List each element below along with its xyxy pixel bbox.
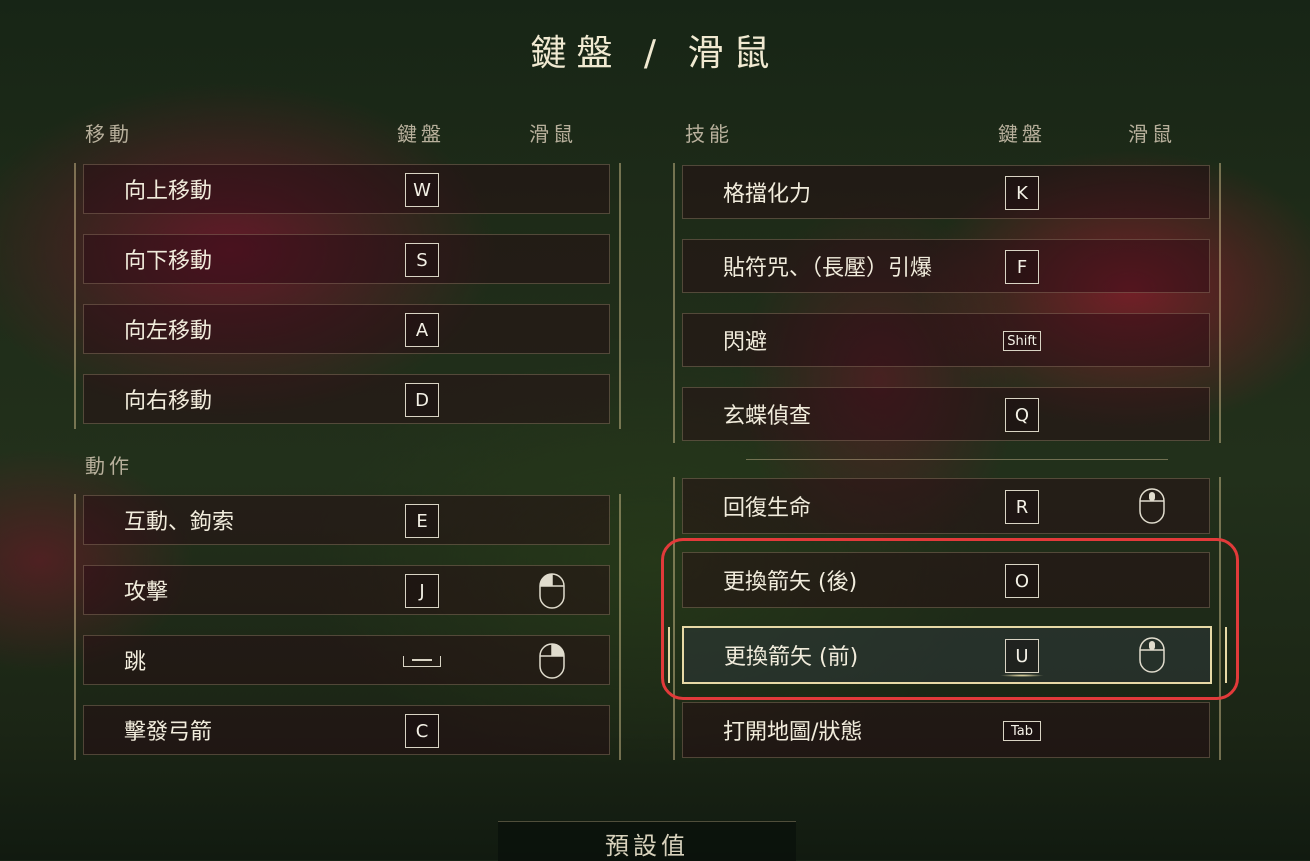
left-mouse-column-header: 滑鼠 bbox=[529, 122, 577, 146]
right-keyboard-column-header: 鍵盤 bbox=[998, 122, 1046, 146]
binding-row-parry[interactable]: 格擋化力 K bbox=[682, 165, 1210, 219]
reset-defaults-button[interactable]: 預設值 bbox=[498, 821, 796, 861]
right-mouse-column-header: 滑鼠 bbox=[1128, 122, 1176, 146]
binding-label: 擊發弓箭 bbox=[124, 720, 213, 745]
binding-row-move-up[interactable]: 向上移動 W bbox=[83, 164, 610, 214]
binding-label: 向右移動 bbox=[124, 389, 213, 414]
binding-row-move-right[interactable]: 向右移動 D bbox=[83, 374, 610, 424]
keyboard-key[interactable]: R bbox=[1005, 490, 1039, 524]
keyboard-key[interactable]: D bbox=[405, 383, 439, 417]
binding-label: 貼符咒、（長壓）引爆 bbox=[723, 256, 933, 281]
binding-row-open-map[interactable]: 打開地圖/狀態 Tab bbox=[682, 702, 1210, 758]
keyboard-key[interactable]: J bbox=[405, 574, 439, 608]
keyboard-key[interactable]: F bbox=[1005, 250, 1039, 284]
keyboard-key[interactable]: K bbox=[1005, 176, 1039, 210]
left-frame-line bbox=[619, 163, 621, 429]
binding-label: 向下移動 bbox=[124, 249, 213, 274]
binding-row-mystic-nymph[interactable]: 玄蝶偵查 Q bbox=[682, 387, 1210, 441]
keyboard-key[interactable]: C bbox=[405, 714, 439, 748]
binding-label: 回復生命 bbox=[723, 496, 812, 521]
reset-defaults-label: 預設值 bbox=[605, 832, 689, 860]
binding-row-attack[interactable]: 攻擊 J bbox=[83, 565, 610, 615]
keyboard-key[interactable]: W bbox=[405, 173, 439, 207]
binding-label: 向上移動 bbox=[124, 179, 213, 204]
space-bar-icon[interactable] bbox=[403, 651, 441, 669]
binding-label: 互動、鉤索 bbox=[124, 510, 235, 535]
section-divider bbox=[746, 459, 1168, 460]
movement-section-header: 移動 bbox=[85, 122, 133, 146]
highlight-box bbox=[661, 538, 1239, 700]
binding-row-fire-arrow[interactable]: 擊發弓箭 C bbox=[83, 705, 610, 755]
binding-label: 攻擊 bbox=[124, 580, 169, 605]
keyboard-key[interactable]: Q bbox=[1005, 398, 1039, 432]
keyboard-key[interactable]: E bbox=[405, 504, 439, 538]
keyboard-key[interactable]: Tab bbox=[1003, 721, 1041, 741]
binding-row-interact[interactable]: 互動、鉤索 E bbox=[83, 495, 610, 545]
right-frame-line bbox=[1219, 163, 1221, 443]
skills-section-header: 技能 bbox=[685, 122, 733, 146]
keyboard-key[interactable]: A bbox=[405, 313, 439, 347]
binding-row-jump[interactable]: 跳 bbox=[83, 635, 610, 685]
left-frame-line bbox=[74, 494, 76, 760]
keyboard-key[interactable]: S bbox=[405, 243, 439, 277]
binding-label: 閃避 bbox=[723, 330, 768, 355]
binding-label: 玄蝶偵查 bbox=[723, 404, 812, 429]
binding-label: 打開地圖/狀態 bbox=[723, 720, 863, 745]
page-title: 鍵盤 / 滑鼠 bbox=[530, 33, 780, 74]
actions-section-header: 動作 bbox=[85, 454, 133, 478]
binding-row-talisman[interactable]: 貼符咒、（長壓）引爆 F bbox=[682, 239, 1210, 293]
binding-row-dodge[interactable]: 閃避 Shift bbox=[682, 313, 1210, 367]
binding-label: 跳 bbox=[124, 650, 147, 675]
keyboard-key[interactable]: Shift bbox=[1003, 331, 1041, 351]
right-mouse-button-icon[interactable] bbox=[539, 643, 565, 679]
binding-label: 向左移動 bbox=[124, 319, 213, 344]
middle-mouse-button-icon[interactable] bbox=[1139, 488, 1165, 524]
left-frame-line bbox=[619, 494, 621, 760]
binding-row-move-left[interactable]: 向左移動 A bbox=[83, 304, 610, 354]
left-keyboard-column-header: 鍵盤 bbox=[397, 122, 445, 146]
binding-label: 格擋化力 bbox=[723, 182, 812, 207]
binding-row-heal[interactable]: 回復生命 R bbox=[682, 478, 1210, 534]
left-mouse-button-icon[interactable] bbox=[539, 573, 565, 609]
left-frame-line bbox=[74, 163, 76, 429]
binding-row-move-down[interactable]: 向下移動 S bbox=[83, 234, 610, 284]
right-frame-line bbox=[673, 163, 675, 443]
